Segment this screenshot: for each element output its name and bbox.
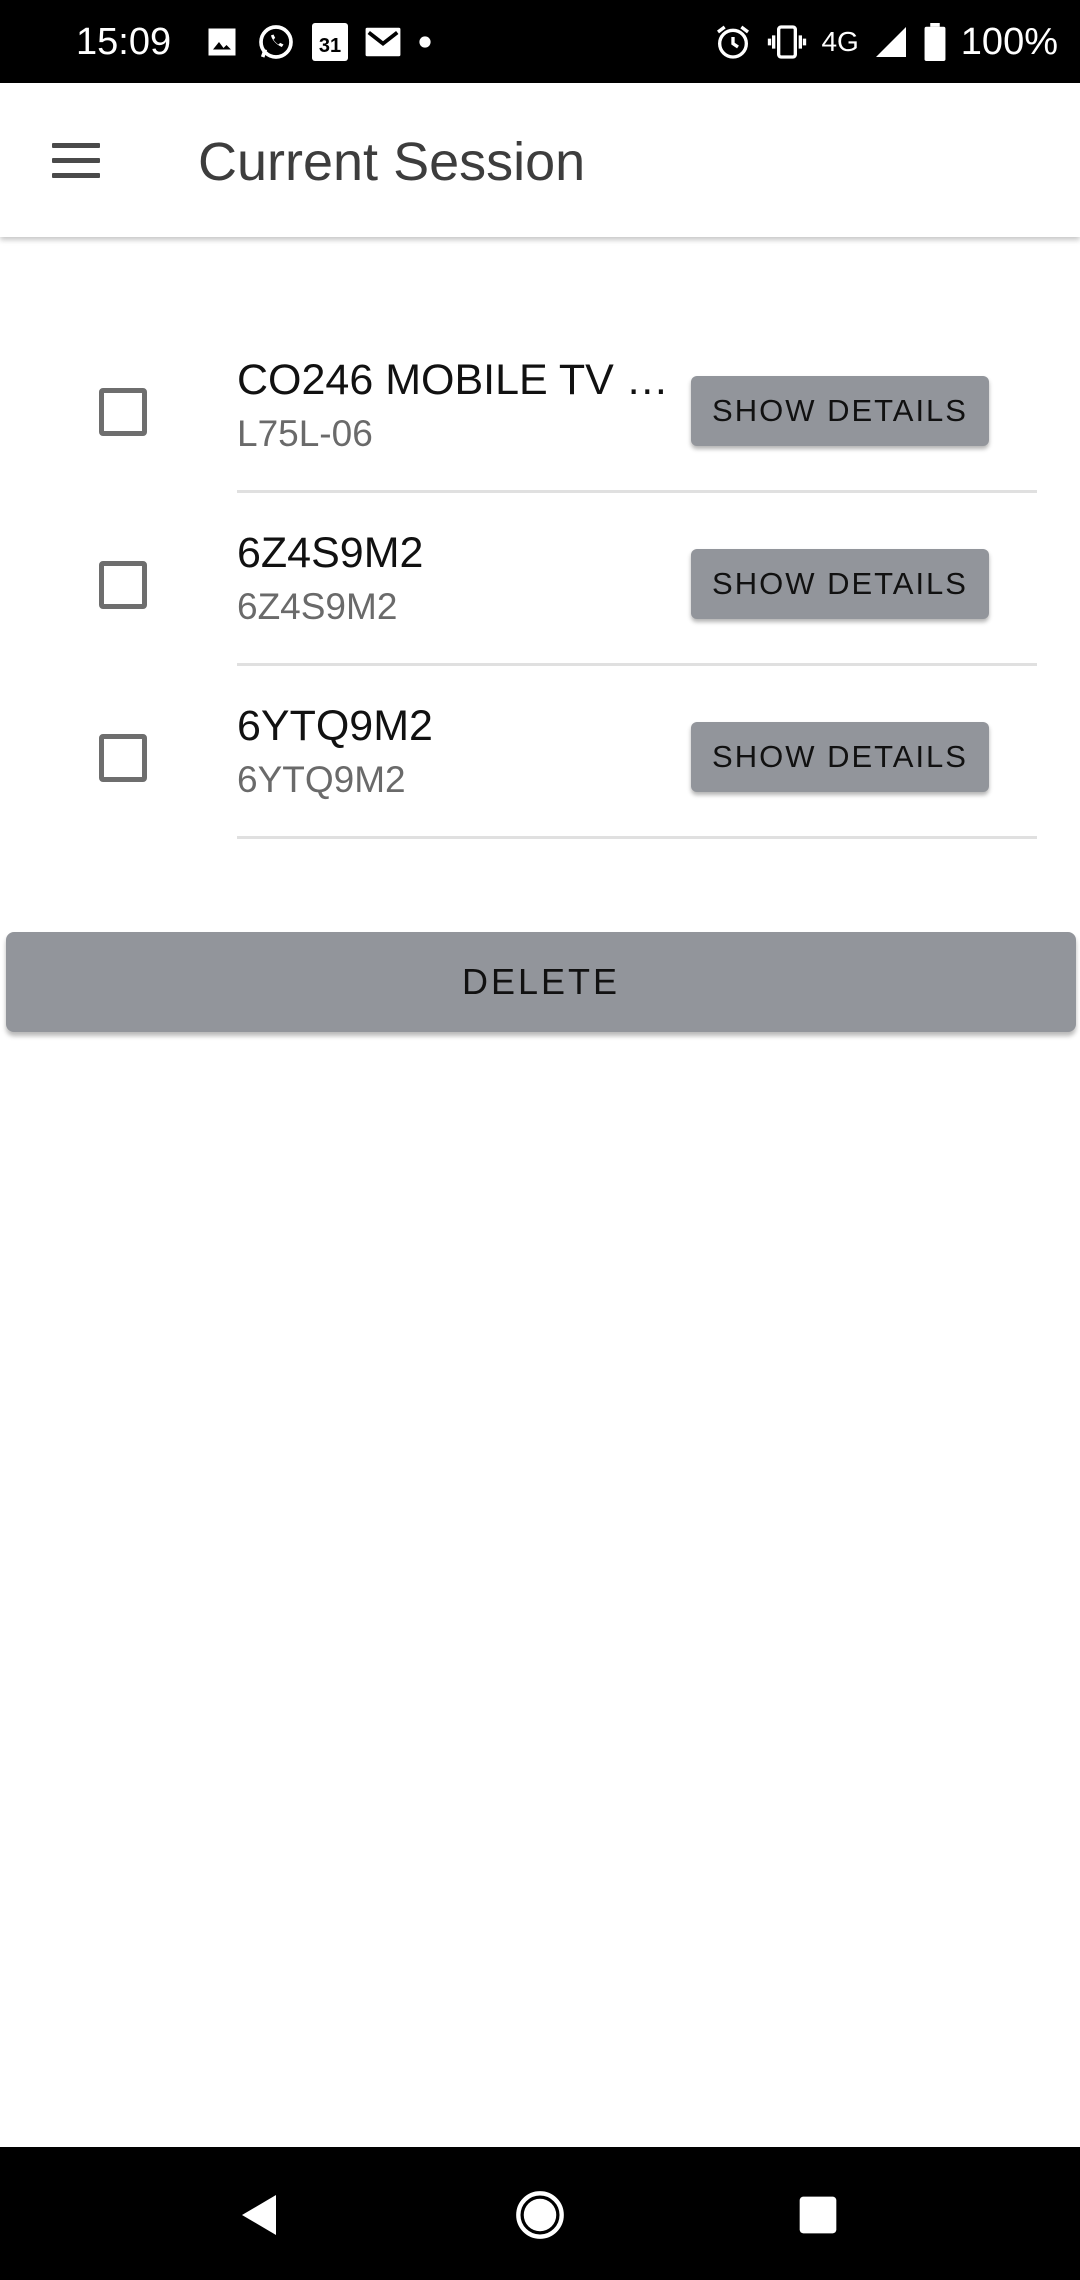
navigation-bar <box>0 2147 1080 2280</box>
home-icon[interactable] <box>514 2189 566 2241</box>
page-title: Current Session <box>198 132 586 192</box>
calendar-icon: 31 <box>312 23 348 61</box>
list-item: 6Z4S9M2 6Z4S9M2 SHOW DETAILS <box>0 493 1080 666</box>
item-title: 6YTQ9M2 <box>237 702 433 750</box>
item-title: 6Z4S9M2 <box>237 529 424 577</box>
status-time: 15:09 <box>76 21 172 63</box>
session-list: CO246 MOBILE TV S… L75L-06 SHOW DETAILS … <box>0 320 1080 839</box>
item-subtitle: 6Z4S9M2 <box>237 586 398 627</box>
show-details-button[interactable]: SHOW DETAILS <box>691 722 989 792</box>
battery-icon <box>924 23 946 61</box>
list-item: 6YTQ9M2 6YTQ9M2 SHOW DETAILS <box>0 666 1080 839</box>
image-icon <box>208 28 236 56</box>
battery-percent: 100% <box>960 20 1058 63</box>
status-bar: 15:09 31 4G 100% <box>0 0 1080 83</box>
recents-icon[interactable] <box>796 2193 840 2237</box>
app-bar: Current Session <box>0 83 1080 237</box>
item-checkbox[interactable] <box>99 734 147 782</box>
item-subtitle: 6YTQ9M2 <box>237 759 406 800</box>
delete-button[interactable]: DELETE <box>6 932 1076 1032</box>
network-type: 4G <box>821 26 859 57</box>
system-icons: 4G 100% <box>713 18 1058 66</box>
show-details-button[interactable]: SHOW DETAILS <box>691 376 989 446</box>
vibrate-icon <box>768 25 807 59</box>
list-item: CO246 MOBILE TV S… L75L-06 SHOW DETAILS <box>0 320 1080 493</box>
gmail-icon <box>365 27 401 57</box>
whatsapp-icon <box>259 25 293 59</box>
item-checkbox[interactable] <box>99 388 147 436</box>
back-icon[interactable] <box>236 2191 284 2239</box>
notification-icons: 31 <box>204 20 432 64</box>
signal-icon <box>875 27 906 57</box>
hamburger-menu-icon[interactable] <box>38 128 114 192</box>
item-subtitle: L75L-06 <box>237 413 373 454</box>
dot-icon <box>419 36 431 48</box>
alarm-icon <box>717 25 750 59</box>
item-title: CO246 MOBILE TV S… <box>237 356 672 404</box>
divider <box>237 836 1037 839</box>
item-checkbox[interactable] <box>99 561 147 609</box>
show-details-button[interactable]: SHOW DETAILS <box>691 549 989 619</box>
